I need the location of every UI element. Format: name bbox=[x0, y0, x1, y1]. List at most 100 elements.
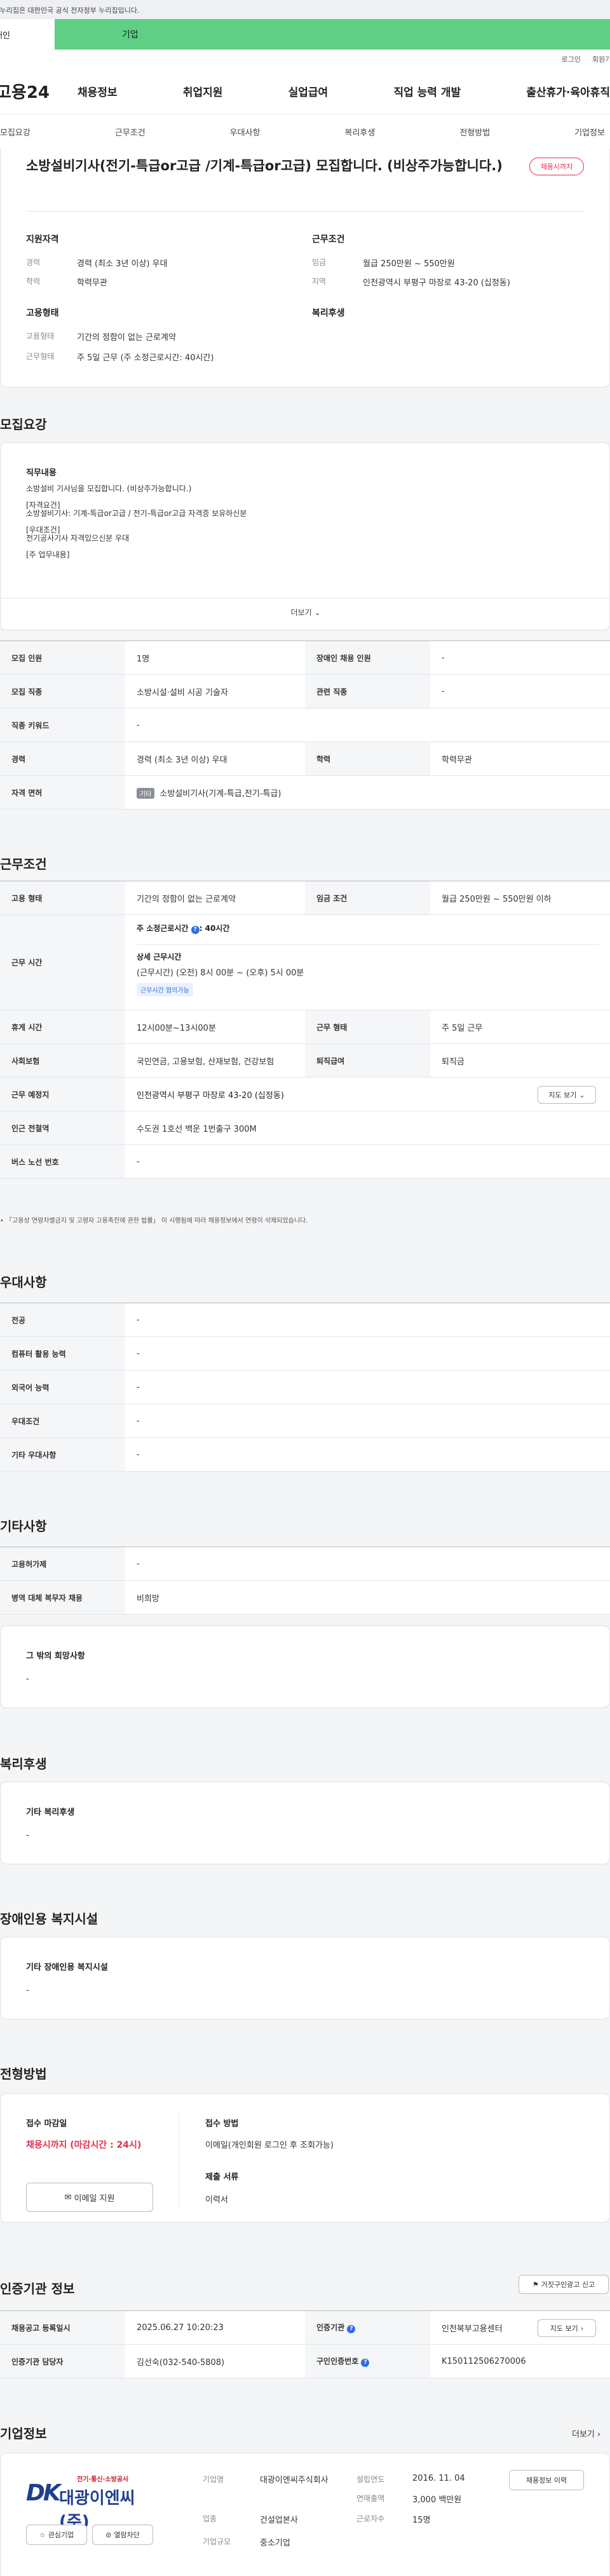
global-nav: 고용24 채용정보 취업지원 실업급여 직업 능력 개발 출산휴가·육아휴직 bbox=[0, 69, 610, 114]
table-cell: 주 5일 근무 bbox=[430, 1010, 610, 1044]
gnb-item-1[interactable]: 취업지원 bbox=[183, 83, 223, 99]
hope-title: 그 밖의 희망사항 bbox=[26, 1651, 85, 1661]
method-value: 이메일(개인회원 로그인 후 조회가능) bbox=[205, 2141, 334, 2150]
report-button[interactable]: ⚑ 거짓구인광고 신고 bbox=[518, 2275, 609, 2294]
job-history-button[interactable]: 채용정보 이력 bbox=[509, 2470, 584, 2490]
map-button[interactable]: 지도 보기 ⌄ bbox=[538, 1086, 596, 1104]
info-icon[interactable]: ? bbox=[347, 2325, 356, 2333]
cert-map-button[interactable]: 지도 보기 › bbox=[538, 2319, 596, 2337]
tab-1[interactable]: 근무조건 bbox=[115, 126, 146, 138]
table-header-cell: 퇴직급여 bbox=[305, 1043, 430, 1078]
company-staff: 15명 bbox=[412, 2516, 431, 2525]
cond-label-1: 지역 bbox=[312, 277, 327, 286]
hope-value: - bbox=[26, 1674, 29, 1684]
hours-divider bbox=[137, 944, 599, 945]
place-value: 인천광역시 부평구 마장로 43-20 (십정동) bbox=[137, 1090, 284, 1101]
table-header-cell: 모집 인원 bbox=[0, 641, 125, 675]
table-header-cell: 컴퓨터 활용 능력 bbox=[0, 1336, 125, 1371]
gnb-menu: 채용정보 취업지원 실업급여 직업 능력 개발 출산휴가·육아휴직 bbox=[78, 83, 610, 99]
table-cell: K150112506270006 bbox=[430, 2344, 610, 2378]
report-button-label: 거짓구인광고 신고 bbox=[541, 2281, 595, 2289]
tab-3[interactable]: 복리후생 bbox=[344, 126, 375, 138]
table-cell: - bbox=[125, 1404, 610, 1438]
company-logo-mark: DK bbox=[26, 2480, 61, 2506]
workcond-section-title: 근무조건 bbox=[0, 857, 47, 872]
table-row: 고용허가제 - bbox=[0, 1547, 610, 1581]
personal-tab[interactable]: 개인 bbox=[0, 19, 55, 50]
table-cell: - bbox=[125, 1547, 610, 1581]
gnb-item-2[interactable]: 실업급여 bbox=[288, 83, 329, 99]
welfare-box-value: - bbox=[26, 1831, 29, 1840]
favorite-company-button[interactable]: ☆ 관심기업 bbox=[26, 2525, 87, 2545]
qual-label-1: 학력 bbox=[26, 277, 41, 286]
table-header-cell: 학력 bbox=[305, 742, 430, 776]
duty-line: 소방설비 기사님을 모집합니다. (비상주가능합니다.) bbox=[26, 485, 192, 493]
table-cell: - bbox=[430, 641, 610, 675]
qual-value-1: 학력무관 bbox=[77, 278, 107, 288]
cert-org-value: 인천북부고용센터 bbox=[442, 2324, 503, 2334]
tab-4[interactable]: 전형방법 bbox=[459, 126, 490, 138]
company-card: 전기·통신·소방공사 DK 대광이엔씨(주) ☆ 관심기업 ⊘ 열람차단 기업명 대… bbox=[0, 2453, 610, 2576]
etc-table: 고용허가제 - 병역 대체 복무자 채용 비희망 bbox=[0, 1547, 610, 1615]
disability-box-value: - bbox=[26, 1986, 29, 1995]
favorite-label: 관심기업 bbox=[48, 2531, 74, 2539]
table-header-cell: 근무 시간 bbox=[0, 914, 125, 1010]
table-cell: - bbox=[125, 708, 610, 742]
company-size: 중소기업 bbox=[260, 2539, 290, 2548]
company-more-link[interactable]: 더보기 › bbox=[572, 2427, 600, 2439]
table-row: 근무 예정지 인천광역시 부평구 마장로 43-20 (십정동) 지도 보기 ⌄ bbox=[0, 1077, 610, 1111]
job-summary-card: 소방설비기사(전기-특급or고급 /기계-특급or고급) 모집합니다. (비상주… bbox=[0, 149, 610, 388]
service-switch: 개인 기업 bbox=[0, 19, 610, 50]
table-header-cell: 병역 대체 복무자 채용 bbox=[0, 1580, 125, 1615]
tab-0[interactable]: 모집요강 bbox=[0, 126, 30, 138]
table-header-cell: 기타 우대사항 bbox=[0, 1437, 125, 1472]
table-row: 인증기관 담당자 김선숙(032-540-5808) 구인인증번호 ? K150… bbox=[0, 2344, 610, 2378]
login-link[interactable]: 로그인 bbox=[562, 54, 581, 64]
company-section-title: 기업정보 bbox=[0, 2426, 47, 2441]
table-cell: - bbox=[125, 1144, 610, 1179]
cond-value-1: 인천광역시 부평구 마장로 43-20 (십정동) bbox=[363, 278, 510, 288]
table-cell: - bbox=[125, 1437, 610, 1472]
table-row: 근무 시간 주 소정근로시간 ?: 40시간 상세 근무시간 (근무시간) (오… bbox=[0, 914, 610, 1010]
chevron-right-icon: › bbox=[580, 2324, 584, 2333]
info-icon[interactable]: ? bbox=[361, 2359, 370, 2367]
prefer-section-title: 우대사항 bbox=[0, 1275, 47, 1290]
method-title: 접수 방법 bbox=[205, 2119, 239, 2129]
gnb-item-4[interactable]: 출산휴가·육아휴직 bbox=[526, 83, 610, 99]
table-cell: 퇴직금 bbox=[430, 1043, 610, 1078]
table-row: 전공 - bbox=[0, 1303, 610, 1337]
qual-title: 지원자격 bbox=[26, 234, 59, 245]
block-company-button[interactable]: ⊘ 열람차단 bbox=[92, 2525, 153, 2545]
gnb-item-3[interactable]: 직업 능력 개발 bbox=[393, 83, 461, 99]
tab-5[interactable]: 기업정보 bbox=[574, 126, 605, 138]
more-button[interactable]: 더보기 ⌄ bbox=[280, 607, 331, 618]
email-apply-button[interactable]: ✉ 이메일 지원 bbox=[26, 2183, 153, 2212]
table-cell: - bbox=[125, 1303, 610, 1337]
gov-notice: 이 누리집은 대한민국 공식 전자정부 누리집입니다. bbox=[0, 0, 610, 19]
emp-value-0: 기간의 정함이 없는 근로계약 bbox=[77, 333, 176, 342]
age-note: • 「고용상 연령차별금지 및 고령자 고용촉진에 관한 법률」 이 시행됨에 … bbox=[0, 1217, 308, 1224]
chevron-down-icon: ⌄ bbox=[314, 608, 321, 617]
info-icon[interactable]: ? bbox=[191, 926, 200, 934]
table-row: 채용공고 등록일시 2025.06.27 10:20:23 인증기관 ? 인천북… bbox=[0, 2310, 610, 2345]
table-cell: 12시00분~13시00분 bbox=[125, 1010, 305, 1044]
company-staff-label: 근로자수 bbox=[356, 2514, 385, 2523]
table-header-cell: 고용 형태 bbox=[0, 881, 125, 915]
welfare-section-title: 복리후생 bbox=[0, 1756, 47, 1772]
cond-value-0: 월급 250만원 ~ 550만원 bbox=[363, 259, 455, 269]
join-link[interactable]: 회원가입 bbox=[592, 54, 609, 64]
table-row: 기타 우대사항 - bbox=[0, 1437, 610, 1472]
site-logo[interactable]: 고용24 bbox=[0, 79, 78, 103]
tab-2[interactable]: 우대사항 bbox=[230, 126, 261, 138]
table-row: 인근 전철역 수도권 1호선 백운 1번출구 300M bbox=[0, 1111, 610, 1145]
table-header-cell: 사회보험 bbox=[0, 1043, 125, 1078]
table-row: 휴게 시간 12시00분~13시00분 근무 형태 주 5일 근무 bbox=[0, 1010, 610, 1044]
table-cell: 경력 (최소 3년 이상) 우대 bbox=[125, 742, 305, 776]
welfare-card: 기타 복리후생 - bbox=[0, 1782, 610, 1864]
email-apply-label: 이메일 지원 bbox=[74, 2193, 115, 2204]
table-row: 사회보험 국민연금, 고용보험, 산재보험, 건강보험 퇴직급여 퇴직금 bbox=[0, 1043, 610, 1078]
table-row: 모집 인원 1명 장애인 채용 인원 - bbox=[0, 641, 610, 675]
gnb-item-0[interactable]: 채용정보 bbox=[78, 83, 118, 99]
company-tab[interactable]: 기업 bbox=[55, 19, 610, 50]
chevron-down-icon: ⌄ bbox=[579, 1090, 585, 1099]
